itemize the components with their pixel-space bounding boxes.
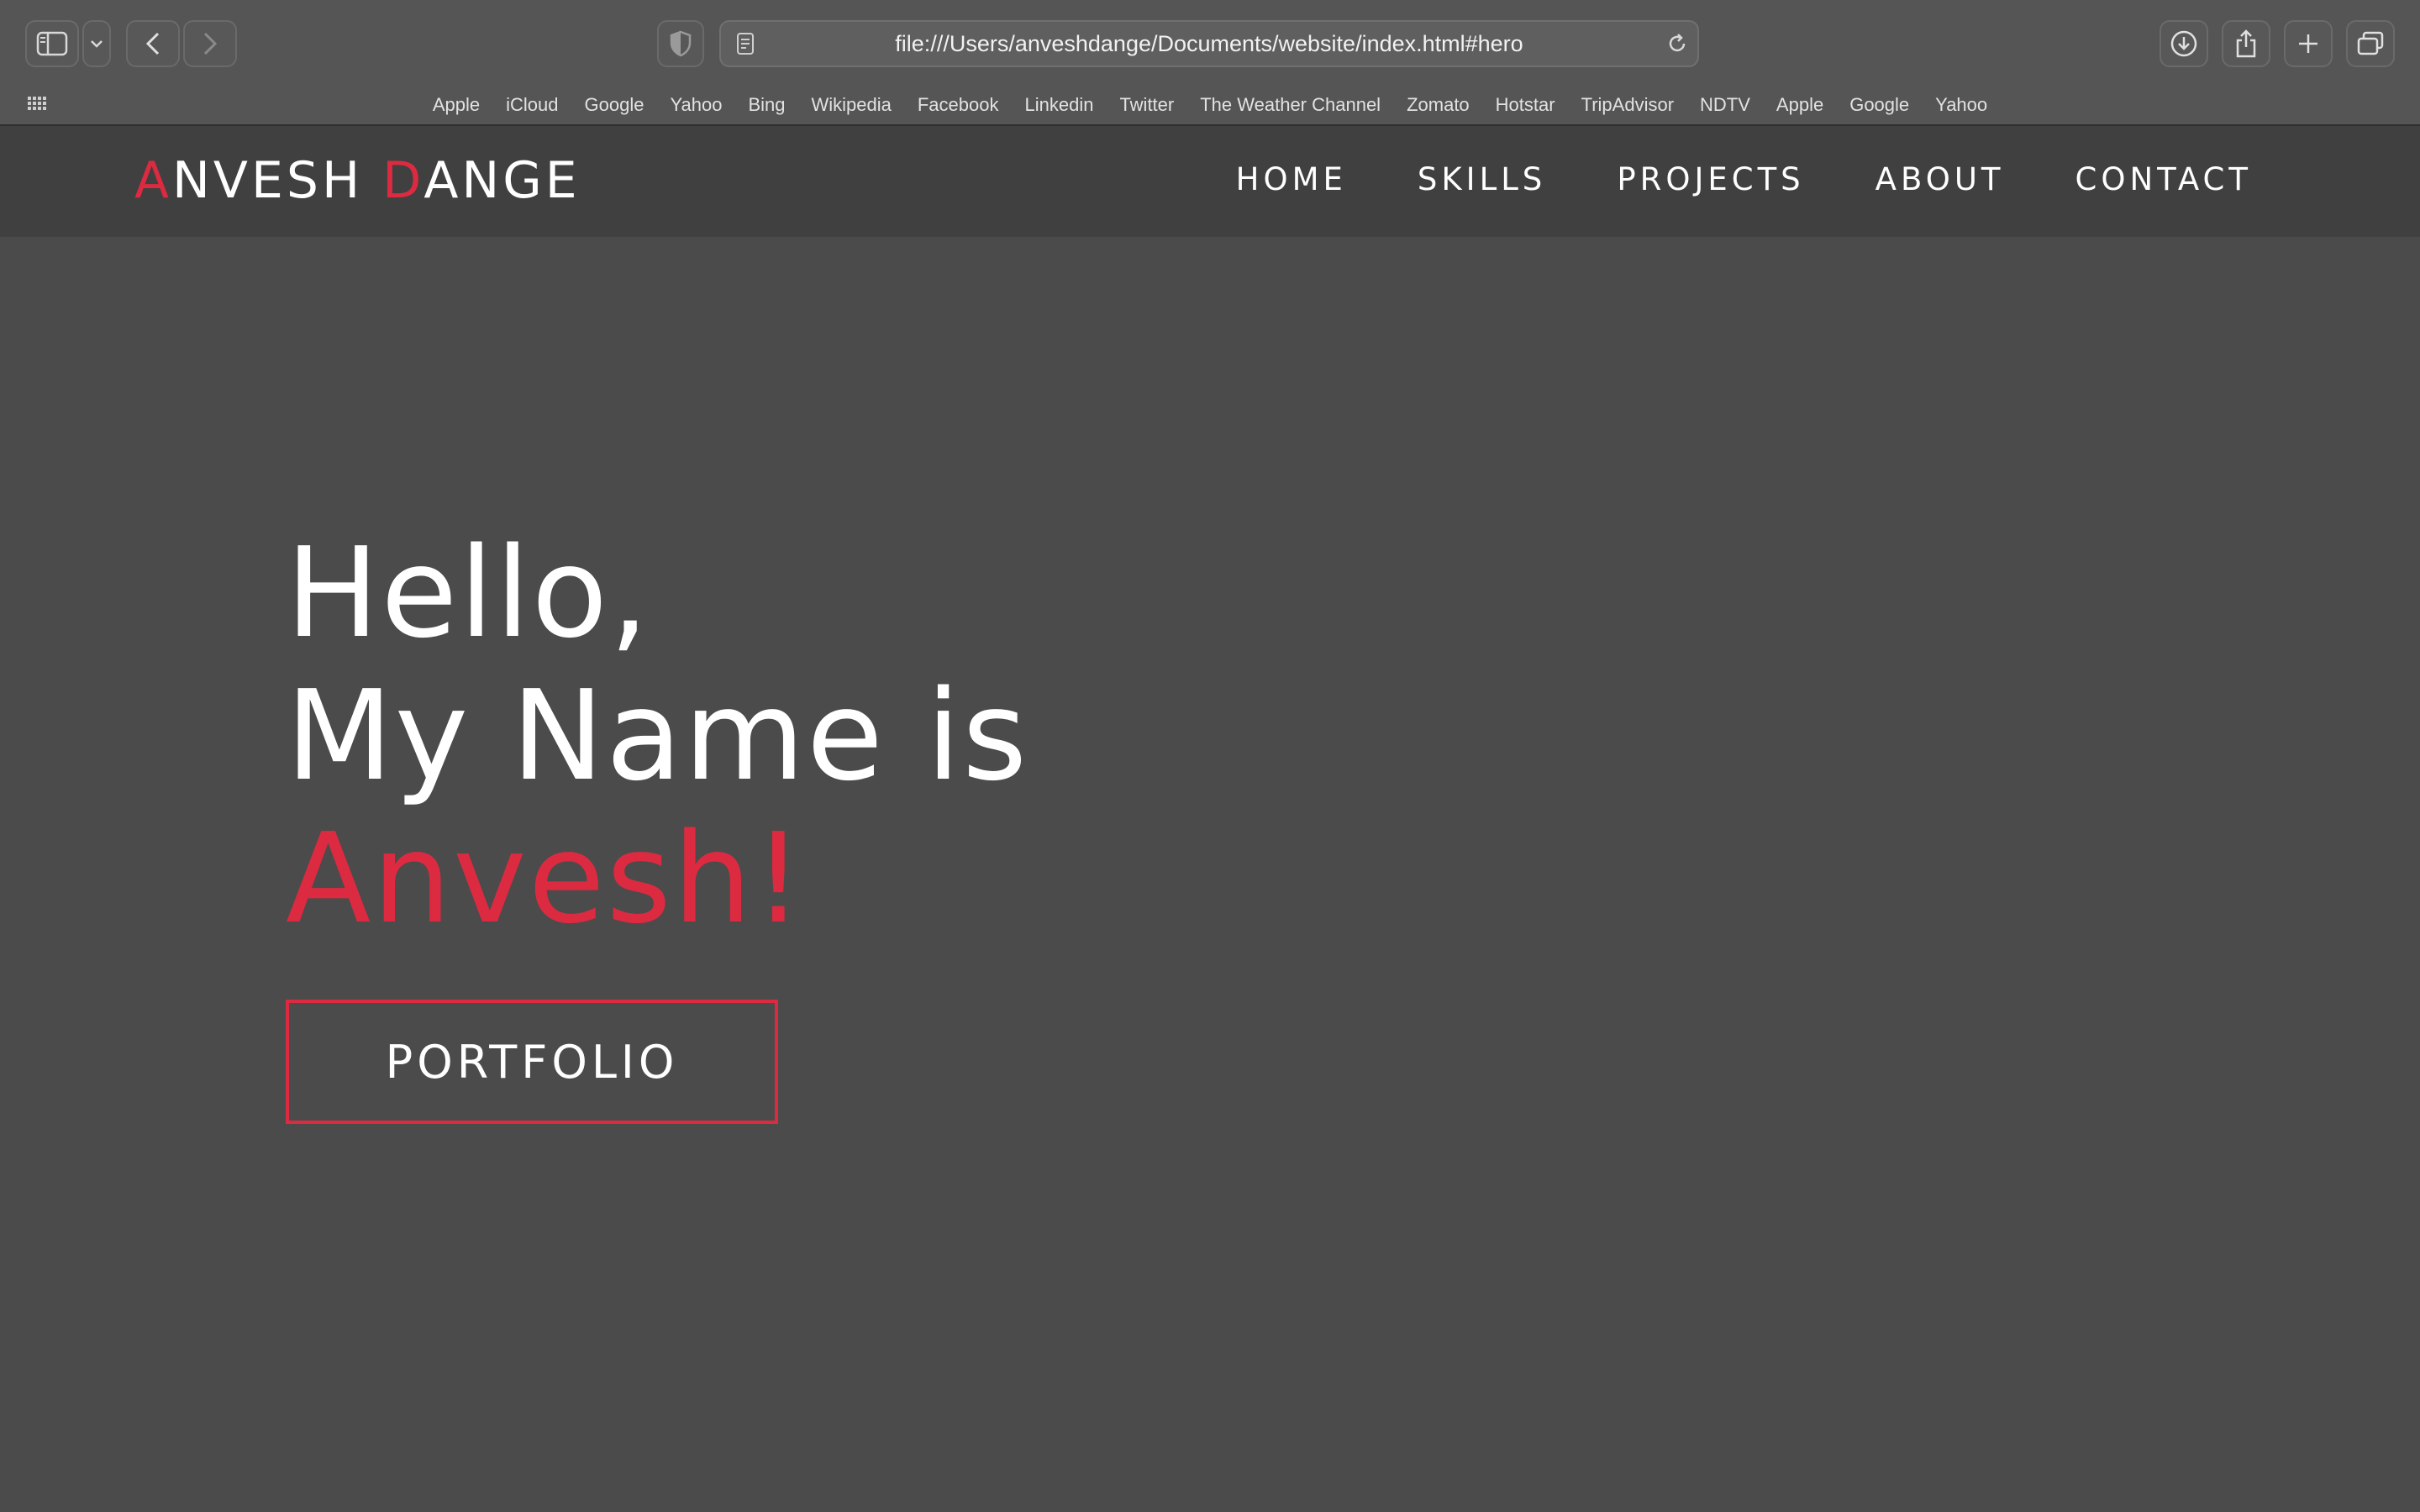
new-tab-button[interactable]	[2284, 20, 2333, 67]
nav-home[interactable]: HOME	[1236, 161, 1347, 197]
downloads-button[interactable]	[2160, 20, 2208, 67]
logo-last-rest: ANGE	[424, 151, 581, 210]
tab-group-menu-button[interactable]	[82, 20, 111, 67]
favorite-item[interactable]: Facebook	[918, 94, 999, 116]
logo-first-initial: A	[134, 151, 173, 210]
favorite-item[interactable]: Bing	[748, 94, 785, 116]
privacy-report-button[interactable]	[657, 20, 704, 67]
chevron-right-icon	[202, 31, 218, 56]
tabs-icon	[2356, 31, 2385, 56]
nav-about[interactable]: ABOUT	[1876, 161, 2005, 197]
plus-icon	[2296, 32, 2320, 55]
favorite-item[interactable]: Wikipedia	[811, 94, 891, 116]
sidebar-icon	[36, 31, 68, 56]
favorite-item[interactable]: iCloud	[506, 94, 558, 116]
favorite-item[interactable]: TripAdvisor	[1581, 94, 1674, 116]
hero-intro: My Name is	[286, 664, 1029, 808]
hero-greeting: Hello,	[286, 521, 651, 665]
tab-overview-button[interactable]	[2346, 20, 2395, 67]
address-bar[interactable]: file:///Users/anveshdange/Documents/webs…	[719, 20, 1699, 67]
favorite-item[interactable]: Yahoo	[670, 94, 722, 116]
site-logo[interactable]: ANVESH DANGE	[134, 151, 581, 210]
favorite-item[interactable]: Linkedin	[1024, 94, 1093, 116]
portfolio-button[interactable]: PORTFOLIO	[286, 1000, 778, 1124]
logo-first-rest: NVESH	[172, 151, 364, 210]
hero-section: Hello, My Name is Anvesh! PORTFOLIO	[0, 237, 2420, 1512]
nav-contact[interactable]: CONTACT	[2075, 161, 2252, 197]
favorite-item[interactable]: Yahoo	[1935, 94, 1987, 116]
shield-icon	[670, 30, 692, 57]
url-text[interactable]: file:///Users/anveshdange/Documents/webs…	[721, 22, 1697, 66]
favorite-item[interactable]: Google	[585, 94, 644, 116]
favorite-item[interactable]: Google	[1849, 94, 1909, 116]
logo-last-initial: D	[382, 151, 424, 210]
download-icon	[2170, 29, 2198, 58]
hero-name: Anvesh!	[286, 806, 805, 951]
favorite-item[interactable]: NDTV	[1700, 94, 1750, 116]
favorite-item[interactable]: Hotstar	[1496, 94, 1555, 116]
site-header: ANVESH DANGE HOME SKILLS PROJECTS ABOUT …	[0, 126, 2420, 237]
chevron-down-icon	[90, 39, 103, 49]
back-button[interactable]	[126, 20, 180, 67]
favorite-item[interactable]: Apple	[1776, 94, 1823, 116]
share-icon	[2234, 29, 2258, 59]
sidebar-toggle-button[interactable]	[25, 20, 79, 67]
reload-icon[interactable]	[1665, 32, 1689, 59]
chevron-left-icon	[145, 31, 161, 56]
favorite-item[interactable]: Twitter	[1119, 94, 1174, 116]
favorites-list: Apple iCloud Google Yahoo Bing Wikipedia…	[0, 86, 2420, 124]
nav-projects[interactable]: PROJECTS	[1617, 161, 1804, 197]
favorite-item[interactable]: The Weather Channel	[1200, 94, 1381, 116]
favorite-item[interactable]: Zomato	[1407, 94, 1470, 116]
forward-button[interactable]	[183, 20, 237, 67]
browser-toolbar: file:///Users/anveshdange/Documents/webs…	[0, 0, 2420, 86]
favorites-bar: Apple iCloud Google Yahoo Bing Wikipedia…	[0, 86, 2420, 126]
main-nav: HOME SKILLS PROJECTS ABOUT CONTACT	[1236, 161, 2252, 197]
favorite-item[interactable]: Apple	[433, 94, 480, 116]
nav-skills[interactable]: SKILLS	[1418, 161, 1546, 197]
share-button[interactable]	[2222, 20, 2270, 67]
